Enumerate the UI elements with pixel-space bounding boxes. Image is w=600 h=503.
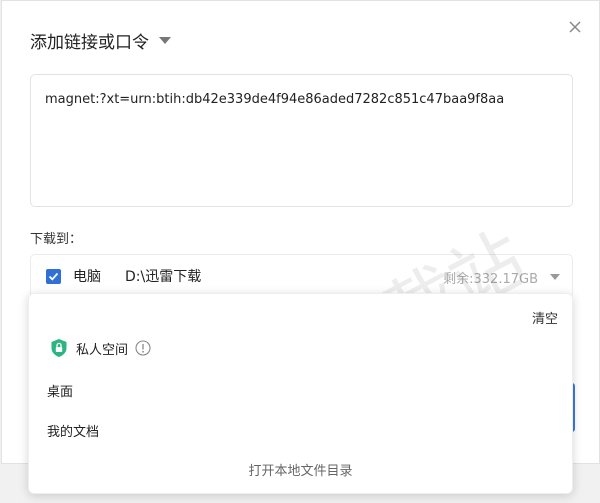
check-icon <box>48 272 59 281</box>
download-path: D:\迅雷下载 <box>125 269 202 285</box>
info-icon[interactable] <box>135 340 151 356</box>
private-space-label: 私人空间 <box>76 342 129 358</box>
destination-checkbox[interactable] <box>46 268 61 284</box>
dialog-title-row[interactable]: 添加链接或口令 <box>30 28 171 53</box>
chevron-down-icon[interactable] <box>550 274 560 280</box>
target-name: 电脑 <box>73 269 101 285</box>
path-dropdown-menu: 清空 私人空间 桌面 我的文档 打开本地文件目录 <box>28 293 573 494</box>
close-button[interactable] <box>567 19 583 35</box>
download-to-label: 下载到： <box>30 232 83 247</box>
dropdown-item-desktop[interactable]: 桌面 <box>47 381 73 400</box>
shield-lock-icon <box>51 339 67 357</box>
clear-button[interactable]: 清空 <box>532 308 558 327</box>
link-text: magnet:?xt=urn:btih:db42e339de4f94e86ade… <box>45 92 505 107</box>
caret-down-icon[interactable] <box>159 37 171 44</box>
dropdown-item-documents[interactable]: 我的文档 <box>47 421 99 440</box>
link-input[interactable]: magnet:?xt=urn:btih:db42e339de4f94e86ade… <box>30 74 573 207</box>
open-local-folder-link[interactable]: 打开本地文件目录 <box>29 460 572 479</box>
download-destination-row[interactable]: 电脑 D:\迅雷下载 剩余:332.17GB <box>30 254 573 298</box>
free-space-label: 剩余:332.17GB <box>443 272 538 287</box>
dialog-title: 添加链接或口令 <box>30 33 149 53</box>
close-icon <box>569 21 581 33</box>
private-space-item[interactable]: 私人空间 <box>50 338 151 358</box>
